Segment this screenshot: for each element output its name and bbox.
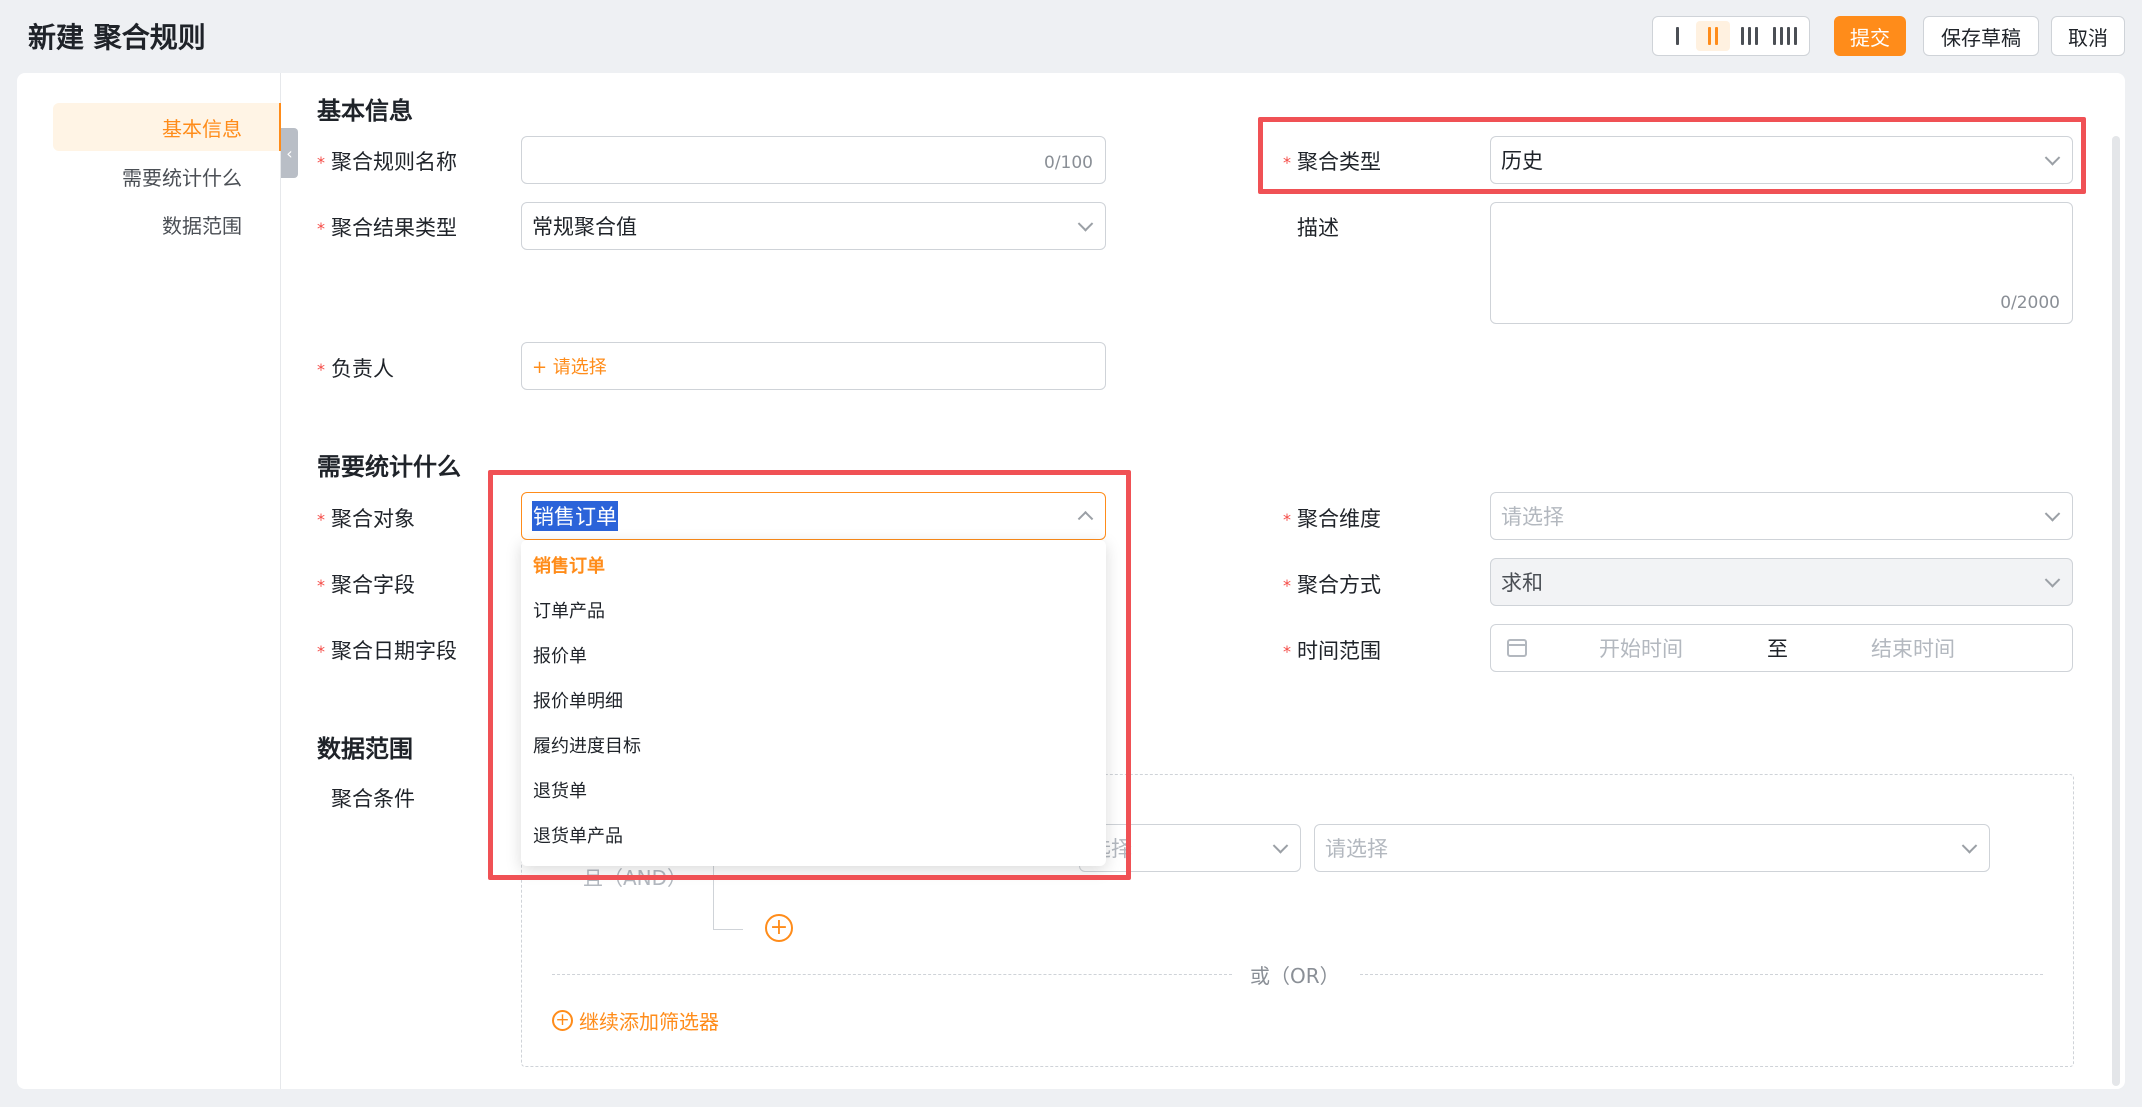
time-range-label: * 时间范围 xyxy=(1283,635,1381,665)
required-mark: * xyxy=(317,642,325,661)
agg-date-field-label: * 聚合日期字段 xyxy=(317,635,457,665)
calendar-icon xyxy=(1507,639,1527,657)
required-mark: * xyxy=(317,219,325,238)
column-layout-switch xyxy=(1652,16,1810,56)
agg-method-value: 求和 xyxy=(1501,571,1543,595)
description-textarea[interactable]: 0/2000 xyxy=(1490,202,2073,324)
owner-picker[interactable]: + 请选择 xyxy=(521,342,1106,390)
rule-name-input[interactable]: 0/100 xyxy=(521,136,1106,184)
or-divider-line xyxy=(1360,974,2043,975)
or-divider-label: 或（OR） xyxy=(1250,964,1340,988)
end-time-placeholder[interactable]: 结束时间 xyxy=(1871,633,1955,663)
chevron-left-icon: ‹ xyxy=(286,143,293,163)
section-title-basic: 基本信息 xyxy=(317,97,413,125)
owner-label: * 负责人 xyxy=(317,353,394,383)
layout-1-column-button[interactable] xyxy=(1660,21,1694,51)
or-divider-line xyxy=(552,974,1232,975)
layout-2-column-button[interactable] xyxy=(1696,21,1730,51)
result-type-select[interactable]: 常规聚合值 xyxy=(521,202,1106,250)
add-filter-button[interactable]: + 继续添加筛选器 xyxy=(552,1006,719,1035)
nav-item-what-to-count[interactable]: 需要统计什么 xyxy=(122,162,242,191)
nav-item-data-range[interactable]: 数据范围 xyxy=(162,210,242,239)
cancel-button[interactable]: 取消 xyxy=(2051,16,2125,56)
section-nav: 基本信息 需要统计什么 数据范围 xyxy=(17,73,281,1089)
nav-item-basic-info[interactable]: 基本信息 xyxy=(162,113,242,142)
agg-object-label: * 聚合对象 xyxy=(317,503,415,533)
section-title-range: 数据范围 xyxy=(317,735,413,763)
layout-4-column-button[interactable] xyxy=(1768,21,1802,51)
required-mark: * xyxy=(317,510,325,529)
required-mark: * xyxy=(1283,576,1291,595)
rule-name-char-count: 0/100 xyxy=(1044,153,1093,173)
agg-object-highlight-box xyxy=(488,470,1131,880)
add-condition-button[interactable]: + xyxy=(765,914,793,942)
result-type-label-text: 聚合结果类型 xyxy=(331,216,457,240)
required-mark: * xyxy=(1283,642,1291,661)
add-filter-label: 继续添加筛选器 xyxy=(579,1010,719,1034)
description-label: 描述 xyxy=(1297,216,1339,240)
required-mark: * xyxy=(317,576,325,595)
agg-dimension-label-text: 聚合维度 xyxy=(1297,507,1381,531)
chevron-down-icon xyxy=(2044,506,2061,522)
start-time-placeholder[interactable]: 开始时间 xyxy=(1599,633,1683,663)
range-separator: 至 xyxy=(1767,637,1788,661)
plus-circle-icon: + xyxy=(552,1010,573,1031)
chevron-down-icon xyxy=(2044,572,2061,588)
agg-date-field-label-text: 聚合日期字段 xyxy=(331,639,457,663)
plus-icon: + xyxy=(769,915,789,940)
layout-3-column-button[interactable] xyxy=(1732,21,1766,51)
result-type-value: 常规聚合值 xyxy=(532,215,637,239)
chevron-down-icon xyxy=(1272,838,1289,854)
owner-label-text: 负责人 xyxy=(331,357,394,381)
page-scrollbar[interactable] xyxy=(2112,136,2120,1086)
page-title: 新建 聚合规则 xyxy=(28,21,206,54)
agg-dimension-label: * 聚合维度 xyxy=(1283,503,1381,533)
agg-object-label-text: 聚合对象 xyxy=(331,507,415,531)
section-title-what: 需要统计什么 xyxy=(317,453,461,481)
tree-connector-line xyxy=(713,929,743,930)
collapse-nav-button[interactable]: ‹ xyxy=(281,128,298,178)
required-mark: * xyxy=(1283,510,1291,529)
submit-button[interactable]: 提交 xyxy=(1834,16,1906,56)
agg-method-select[interactable]: 求和 xyxy=(1490,558,2073,606)
agg-type-highlight-box xyxy=(1258,117,2086,194)
chevron-down-icon xyxy=(1077,216,1094,232)
agg-field-label: * 聚合字段 xyxy=(317,569,415,599)
time-range-picker[interactable]: 开始时间 至 结束时间 xyxy=(1490,624,2073,672)
owner-placeholder: + 请选择 xyxy=(532,357,607,378)
agg-dimension-select[interactable]: 请选择 xyxy=(1490,492,2073,540)
required-mark: * xyxy=(317,153,325,172)
save-draft-button[interactable]: 保存草稿 xyxy=(1923,16,2039,56)
condition-label: 聚合条件 xyxy=(331,787,415,811)
description-char-count: 0/2000 xyxy=(2000,293,2060,313)
agg-method-label-text: 聚合方式 xyxy=(1297,573,1381,597)
result-type-label: * 聚合结果类型 xyxy=(317,212,457,242)
required-mark: * xyxy=(317,360,325,379)
agg-field-label-text: 聚合字段 xyxy=(331,573,415,597)
value-placeholder: 请选择 xyxy=(1325,837,1388,861)
time-range-label-text: 时间范围 xyxy=(1297,639,1381,663)
agg-dimension-placeholder: 请选择 xyxy=(1501,505,1564,529)
rule-name-label: * 聚合规则名称 xyxy=(317,146,457,176)
rule-name-label-text: 聚合规则名称 xyxy=(331,150,457,174)
agg-method-label: * 聚合方式 xyxy=(1283,569,1381,599)
condition-value-select[interactable]: 请选择 xyxy=(1314,824,1990,872)
chevron-down-icon xyxy=(1961,838,1978,854)
